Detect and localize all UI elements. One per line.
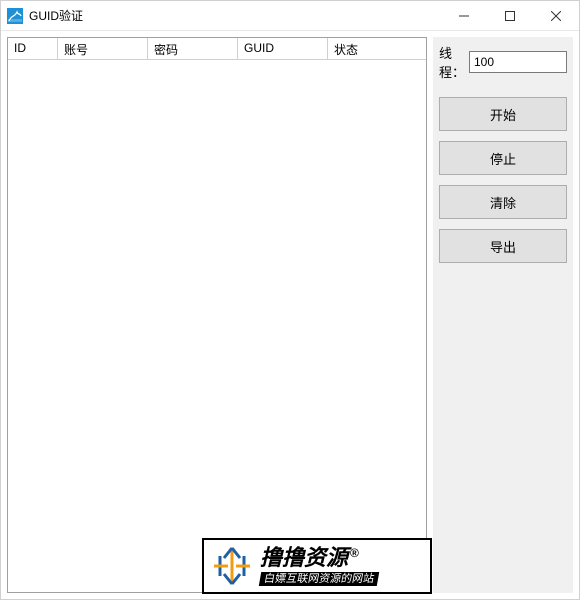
side-panel: 线程： 开始 停止 清除 导出 xyxy=(433,37,573,593)
app-icon xyxy=(7,8,23,24)
thread-label: 线程： xyxy=(439,43,465,81)
start-button[interactable]: 开始 xyxy=(439,97,567,131)
table-header: ID 账号 密码 GUID 状态 xyxy=(8,38,426,60)
app-window: GUID验证 ID 账号 密码 GUID 状态 xyxy=(0,0,580,600)
stop-button[interactable]: 停止 xyxy=(439,141,567,175)
table-body[interactable] xyxy=(8,60,426,592)
thread-input[interactable] xyxy=(469,51,567,73)
close-button[interactable] xyxy=(533,1,579,31)
col-guid[interactable]: GUID xyxy=(238,38,328,59)
minimize-button[interactable] xyxy=(441,1,487,31)
maximize-button[interactable] xyxy=(487,1,533,31)
window-title: GUID验证 xyxy=(29,7,83,24)
clear-button[interactable]: 清除 xyxy=(439,185,567,219)
client-area: ID 账号 密码 GUID 状态 xyxy=(1,31,579,599)
export-button[interactable]: 导出 xyxy=(439,229,567,263)
col-status[interactable]: 状态 xyxy=(328,38,426,59)
data-table[interactable]: ID 账号 密码 GUID 状态 xyxy=(7,37,427,593)
col-id[interactable]: ID xyxy=(8,38,58,59)
thread-row: 线程： xyxy=(439,43,567,81)
col-account[interactable]: 账号 xyxy=(58,38,148,59)
titlebar: GUID验证 xyxy=(1,1,579,31)
col-password[interactable]: 密码 xyxy=(148,38,238,59)
